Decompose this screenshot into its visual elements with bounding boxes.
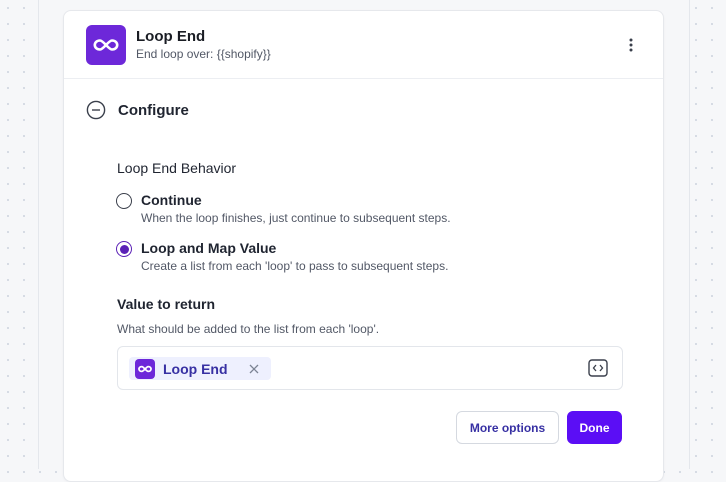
value-to-return-help: What should be added to the list from ea… [117, 322, 380, 336]
done-button[interactable]: Done [567, 411, 622, 444]
step-header: Loop End End loop over: {{shopify}} [64, 11, 663, 79]
radio-loop-and-map-title: Loop and Map Value [141, 240, 277, 256]
behavior-label: Loop End Behavior [117, 160, 237, 176]
code-brackets-icon[interactable] [588, 359, 608, 377]
radio-continue[interactable] [116, 193, 132, 209]
value-chip-label: Loop End [163, 360, 228, 377]
configure-section-toggle[interactable]: Configure [86, 98, 189, 122]
infinity-icon [86, 25, 126, 65]
more-menu-icon[interactable] [619, 33, 643, 57]
value-chip[interactable]: Loop End [129, 357, 271, 380]
remove-chip-icon[interactable] [247, 362, 261, 376]
radio-loop-and-map-description: Create a list from each 'loop' to pass t… [141, 259, 449, 273]
step-card: Loop End End loop over: {{shopify}} Conf… [63, 10, 664, 482]
radio-continue-description: When the loop finishes, just continue to… [141, 211, 451, 225]
configure-label: Configure [118, 101, 189, 119]
step-subtitle: End loop over: {{shopify}} [136, 47, 271, 61]
radio-loop-and-map[interactable] [116, 241, 132, 257]
value-to-return-field[interactable]: Loop End [117, 346, 623, 390]
radio-continue-title: Continue [141, 192, 202, 208]
value-to-return-label: Value to return [117, 296, 216, 312]
collapse-circle-minus-icon[interactable] [86, 100, 106, 120]
step-title: Loop End [136, 28, 206, 45]
infinity-icon [135, 358, 155, 379]
more-options-button[interactable]: More options [456, 411, 559, 444]
